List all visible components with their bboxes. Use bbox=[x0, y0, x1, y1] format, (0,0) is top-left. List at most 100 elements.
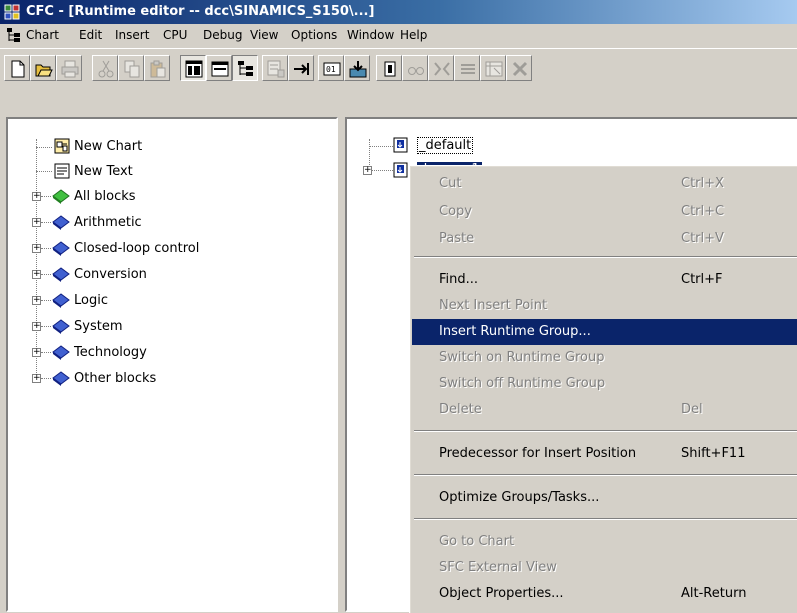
menu-item-next-insert-point[interactable]: Next Insert Point bbox=[412, 293, 797, 319]
expand-icon[interactable]: + bbox=[32, 374, 41, 383]
menu-item-predecessor-for-insert-position[interactable]: Predecessor for Insert Position Shift+F11 bbox=[412, 441, 797, 467]
block-catalog-pane[interactable]: New Chart New Text + All blocks + Arithm… bbox=[6, 117, 338, 612]
print-button[interactable] bbox=[56, 55, 82, 81]
runtime-group-icon bbox=[393, 162, 408, 178]
menu-separator bbox=[414, 474, 797, 476]
menu-bar: Chart Edit Insert CPU Debug View Options… bbox=[0, 24, 797, 46]
menu-edit[interactable]: Edit bbox=[79, 28, 102, 42]
expand-icon[interactable]: + bbox=[32, 218, 41, 227]
window-title: CFC - [Runtime editor -- dcc\SINAMICS_S1… bbox=[26, 4, 375, 19]
menu-item-cut[interactable]: Cut Ctrl+X bbox=[412, 171, 797, 197]
insert-point-button[interactable] bbox=[288, 55, 314, 81]
compile-icon: 01 bbox=[323, 62, 341, 76]
block-icon bbox=[434, 62, 450, 76]
window-button[interactable] bbox=[206, 55, 232, 81]
tree-connector bbox=[41, 248, 51, 250]
expand-icon[interactable]: + bbox=[32, 348, 41, 357]
paste-button[interactable] bbox=[144, 55, 170, 81]
cut-button[interactable] bbox=[92, 55, 118, 81]
menu-item-copy[interactable]: Copy Ctrl+C bbox=[412, 199, 797, 225]
chart-icon bbox=[267, 60, 285, 78]
menu-item-sfc-external-view[interactable]: SFC External View bbox=[412, 555, 797, 581]
tree-connector bbox=[41, 274, 51, 276]
menu-item-paste[interactable]: Paste Ctrl+V bbox=[412, 226, 797, 252]
menu-item-shortcut: Ctrl+C bbox=[681, 204, 725, 219]
runtime-button[interactable] bbox=[232, 55, 258, 81]
menu-view[interactable]: View bbox=[250, 28, 278, 42]
open-icon bbox=[35, 64, 53, 77]
expand-icon[interactable]: + bbox=[32, 322, 41, 331]
menu-item-delete[interactable]: Delete Del bbox=[412, 397, 797, 423]
catalog-button[interactable] bbox=[180, 55, 206, 81]
expand-icon[interactable]: + bbox=[32, 192, 41, 201]
menu-item-switch-on-runtime-group[interactable]: Switch on Runtime Group bbox=[412, 345, 797, 371]
menu-help[interactable]: Help bbox=[400, 28, 427, 42]
menu-item-label: Switch on Runtime Group bbox=[439, 350, 605, 365]
menu-chart[interactable]: Chart bbox=[26, 28, 59, 42]
menu-item-object-properties[interactable]: Object Properties... Alt-Return bbox=[412, 581, 797, 607]
tree-connector bbox=[41, 222, 51, 224]
value-button[interactable] bbox=[480, 55, 506, 81]
tree-connector bbox=[36, 139, 38, 379]
menu-item-label: Copy bbox=[439, 204, 472, 219]
open-button[interactable] bbox=[30, 55, 56, 81]
menu-item-find[interactable]: Find... Ctrl+F bbox=[412, 267, 797, 293]
title-bar[interactable]: CFC - [Runtime editor -- dcc\SINAMICS_S1… bbox=[0, 0, 797, 24]
tree-connector bbox=[36, 171, 52, 173]
menu-item-shortcut: Shift+F11 bbox=[681, 446, 746, 461]
expand-icon[interactable]: + bbox=[32, 270, 41, 279]
block-button[interactable] bbox=[428, 55, 454, 81]
expand-icon[interactable]: + bbox=[363, 166, 372, 175]
menu-insert[interactable]: Insert bbox=[115, 28, 149, 42]
expand-icon[interactable]: + bbox=[32, 244, 41, 253]
block-library-icon bbox=[52, 319, 70, 334]
menu-item-insert-runtime-group[interactable]: Insert Runtime Group... bbox=[412, 319, 797, 345]
tree-connector bbox=[41, 196, 51, 198]
copy-icon bbox=[124, 60, 140, 78]
tree-connector bbox=[41, 300, 51, 302]
column-button[interactable] bbox=[454, 55, 480, 81]
chart-icon bbox=[54, 138, 70, 154]
menu-window[interactable]: Window bbox=[347, 28, 394, 42]
menu-item-shortcut: Ctrl+X bbox=[681, 176, 724, 191]
tree-item-label: System bbox=[74, 319, 123, 334]
tree-item-label: Conversion bbox=[74, 267, 147, 282]
menu-item-optimize-groups-tasks[interactable]: Optimize Groups/Tasks... bbox=[412, 485, 797, 511]
document-tree-icon[interactable] bbox=[6, 27, 22, 43]
all-blocks-icon bbox=[52, 189, 70, 204]
menu-item-label: Switch off Runtime Group bbox=[439, 376, 606, 391]
menu-item-label: Go to Chart bbox=[439, 534, 515, 549]
menu-item-go-to-chart[interactable]: Go to Chart bbox=[412, 529, 797, 555]
test-mode-icon bbox=[384, 61, 396, 77]
tree-item-label: _default bbox=[417, 137, 474, 154]
compile-button[interactable]: 01 bbox=[318, 55, 344, 81]
menu-options[interactable]: Options bbox=[291, 28, 337, 42]
new-button[interactable] bbox=[4, 55, 30, 81]
block-library-icon bbox=[52, 215, 70, 230]
menu-debug[interactable]: Debug bbox=[203, 28, 242, 42]
menu-item-label: Object Properties... bbox=[439, 586, 564, 601]
column-icon bbox=[461, 64, 475, 74]
tree-item-label: New Chart bbox=[74, 139, 143, 154]
menu-item-shortcut: Ctrl+F bbox=[681, 272, 723, 287]
cut-icon bbox=[98, 60, 114, 78]
close-button[interactable] bbox=[506, 55, 532, 81]
new-icon bbox=[11, 60, 25, 78]
menu-item-label: Delete bbox=[439, 402, 482, 417]
tree-item-label: New Text bbox=[74, 164, 133, 179]
menu-cpu[interactable]: CPU bbox=[163, 28, 187, 42]
chart-button[interactable] bbox=[262, 55, 288, 81]
watch-button[interactable] bbox=[402, 55, 428, 81]
tree-item-label: All blocks bbox=[74, 189, 136, 204]
download-button[interactable] bbox=[344, 55, 370, 81]
tree-connector bbox=[41, 352, 51, 354]
context-menu: Cut Ctrl+X Copy Ctrl+C Paste Ctrl+V Find...… bbox=[409, 165, 797, 613]
menu-item-shortcut: Alt-Return bbox=[681, 586, 747, 601]
menu-item-switch-off-runtime-group[interactable]: Switch off Runtime Group bbox=[412, 371, 797, 397]
runtime-group-icon bbox=[393, 137, 408, 153]
menu-item-label: Paste bbox=[439, 231, 475, 246]
expand-icon[interactable]: + bbox=[32, 296, 41, 305]
menu-item-shortcut: Del bbox=[681, 402, 703, 417]
test-mode-button[interactable] bbox=[376, 55, 402, 81]
copy-button[interactable] bbox=[118, 55, 144, 81]
